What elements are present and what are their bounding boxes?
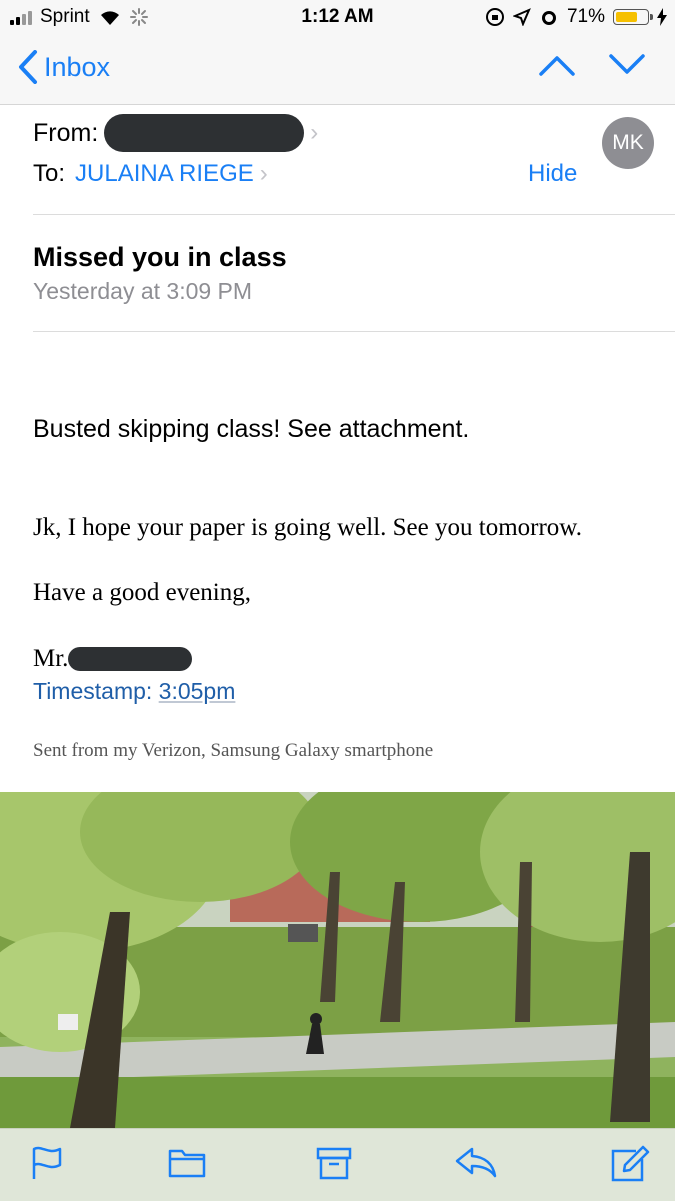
folder-icon[interactable]	[168, 1145, 206, 1179]
from-row: From: ›	[33, 114, 318, 152]
back-label: Inbox	[44, 51, 111, 82]
campus-photo-image	[0, 792, 675, 1128]
to-label: To:	[33, 160, 66, 187]
sender-avatar: MK	[602, 117, 654, 169]
previous-message-up-icon[interactable]	[539, 54, 575, 76]
compose-icon[interactable]	[610, 1145, 650, 1183]
chevron-right-icon: ›	[259, 160, 268, 187]
status-right: 71%	[485, 6, 667, 28]
location-icon	[512, 8, 531, 26]
battery-percent: 71%	[566, 6, 605, 27]
bottom-toolbar	[0, 1128, 675, 1201]
timestamp-line: Timestamp: 3:05pm	[33, 678, 235, 705]
recipient-name[interactable]: JULAINA RIEGE	[75, 160, 254, 188]
signoff-prefix: Mr.	[33, 645, 69, 672]
mail-nav-bar: Inbox	[0, 36, 675, 105]
sender-redacted[interactable]	[104, 114, 305, 152]
battery-icon	[613, 9, 653, 25]
to-row: To: JULAINA RIEGE ›	[33, 160, 268, 188]
subject-divider	[33, 331, 675, 332]
body-line-3: Have a good evening,	[33, 579, 251, 606]
charging-bolt-icon	[657, 8, 667, 26]
signoff: Mr.	[33, 645, 193, 673]
chevron-right-icon: ›	[310, 119, 319, 146]
body-line-2: Jk, I hope your paper is going well. See…	[33, 514, 582, 541]
timestamp-link[interactable]: 3:05pm	[159, 678, 236, 704]
status-bar: Sprint 1:12 AM 71%	[0, 0, 675, 36]
archive-icon[interactable]	[316, 1145, 352, 1181]
rotation-lock-icon	[485, 8, 504, 26]
reply-icon[interactable]	[454, 1145, 498, 1179]
message-nav-arrows	[539, 54, 645, 76]
back-to-inbox-button[interactable]: Inbox	[18, 50, 110, 84]
timestamp-label: Timestamp:	[33, 678, 153, 704]
header-divider	[33, 214, 675, 215]
next-message-down-icon[interactable]	[609, 54, 645, 76]
subject-line: Missed you in class	[33, 242, 287, 272]
message-date: Yesterday at 3:09 PM	[33, 278, 253, 304]
signature-footer: Sent from my Verizon, Samsung Galaxy sma…	[33, 740, 434, 761]
signoff-redacted	[68, 647, 193, 671]
flag-icon[interactable]	[30, 1145, 64, 1181]
body-line-1: Busted skipping class! See attachment.	[33, 415, 470, 443]
alarm-icon	[541, 11, 556, 25]
hide-details-button[interactable]: Hide	[528, 160, 577, 188]
chevron-left-icon	[19, 50, 37, 84]
from-label: From:	[33, 118, 99, 147]
attachment-photo[interactable]	[0, 792, 675, 1128]
